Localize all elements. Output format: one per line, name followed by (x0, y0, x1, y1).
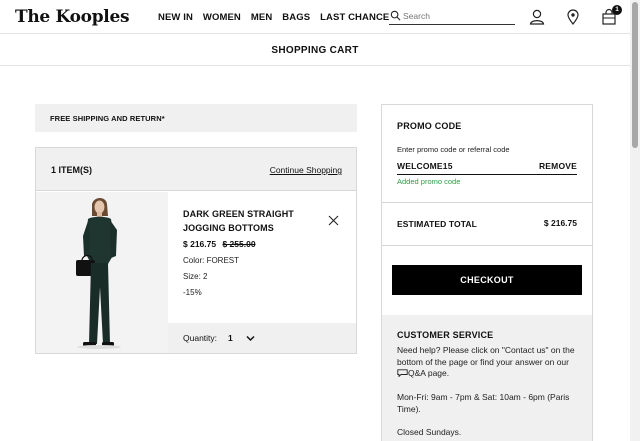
promo-status: Added promo code (397, 177, 461, 186)
promo-title: PROMO CODE (397, 121, 462, 131)
product-name[interactable]: DARK GREEN STRAIGHT JOGGING BOTTOMS (183, 207, 313, 235)
customer-service-panel: CUSTOMER SERVICE Need help? Please click… (382, 315, 592, 441)
product-image[interactable] (36, 192, 168, 353)
chat-icon (397, 369, 408, 377)
nav-bags[interactable]: BAGS (282, 12, 310, 23)
promo-field-label: Enter promo code or referral code (397, 145, 510, 154)
product-figure (76, 198, 121, 349)
checkout-button[interactable]: CHECKOUT (392, 265, 582, 295)
customer-service-help: Need help? Please click on "Contact us" … (397, 345, 581, 380)
customer-service-closed: Closed Sundays. (397, 427, 462, 437)
price-row: $ 216.75 $ 255.00 (183, 239, 256, 249)
customer-service-title: CUSTOMER SERVICE (397, 330, 494, 340)
nav-women[interactable]: WOMEN (203, 12, 241, 23)
promo-code-value[interactable]: WELCOME15 (397, 161, 453, 171)
promo-code-field[interactable]: WELCOME15 REMOVE (397, 160, 577, 175)
location-pin-icon[interactable] (564, 8, 582, 26)
search-icon[interactable] (390, 10, 401, 21)
product-discount: -15% (183, 288, 202, 297)
site-header: The Kooples NEW IN WOMEN MEN BAGS LAST C… (0, 0, 630, 34)
qa-link[interactable]: Q&A page. (408, 368, 449, 378)
cart-panel: 1 ITEM(S) Continue Shopping DARK GREEN S… (35, 147, 357, 354)
cart-button[interactable]: 1 (600, 5, 622, 26)
quantity-label: Quantity: (183, 333, 218, 343)
shipping-text: FREE SHIPPING AND RETURN* (50, 114, 165, 123)
items-count: 1 ITEM(S) (51, 165, 93, 175)
product-color: Color: FOREST (183, 256, 240, 265)
estimated-total-value: $ 216.75 (543, 218, 577, 228)
cart-header: 1 ITEM(S) Continue Shopping (36, 148, 356, 191)
promo-remove-button[interactable]: REMOVE (539, 161, 577, 171)
product-original-price: $ 255.00 (222, 239, 256, 249)
quantity-bar: Quantity: 1 (168, 323, 356, 353)
main-nav: NEW IN WOMEN MEN BAGS LAST CHANCE (158, 12, 399, 23)
help-text: Need help? Please click on "Contact us" … (397, 345, 575, 367)
product-size: Size: 2 (183, 272, 208, 281)
nav-men[interactable]: MEN (251, 12, 272, 23)
search-box (389, 9, 515, 25)
scrollbar-thumb[interactable] (632, 2, 638, 148)
cart-count-badge: 1 (612, 5, 622, 15)
product-price: $ 216.75 (183, 239, 217, 249)
product-details: DARK GREEN STRAIGHT JOGGING BOTTOMS $ 21… (168, 192, 356, 323)
page-title: SHOPPING CART (271, 45, 359, 56)
logo[interactable]: The Kooples (15, 7, 130, 27)
continue-shopping-link[interactable]: Continue Shopping (270, 165, 342, 175)
divider (382, 202, 592, 203)
quantity-select[interactable]: 1 (228, 333, 233, 343)
order-summary-panel: PROMO CODE Enter promo code or referral … (381, 104, 593, 441)
estimated-total-label: ESTIMATED TOTAL (397, 219, 477, 229)
account-icon[interactable] (528, 8, 546, 26)
nav-new-in[interactable]: NEW IN (158, 12, 193, 23)
close-icon[interactable] (328, 215, 339, 226)
scrollbar[interactable] (630, 0, 640, 441)
customer-service-hours: Mon-Fri: 9am - 7pm & Sat: 10am - 6pm (Pa… (397, 392, 570, 414)
search-input[interactable] (403, 10, 511, 22)
nav-last-chance[interactable]: LAST CHANCE (320, 12, 389, 23)
page-title-bar: SHOPPING CART (0, 35, 630, 66)
chevron-down-icon[interactable] (246, 335, 255, 342)
shipping-banner: FREE SHIPPING AND RETURN* (35, 104, 357, 132)
divider (382, 245, 592, 246)
